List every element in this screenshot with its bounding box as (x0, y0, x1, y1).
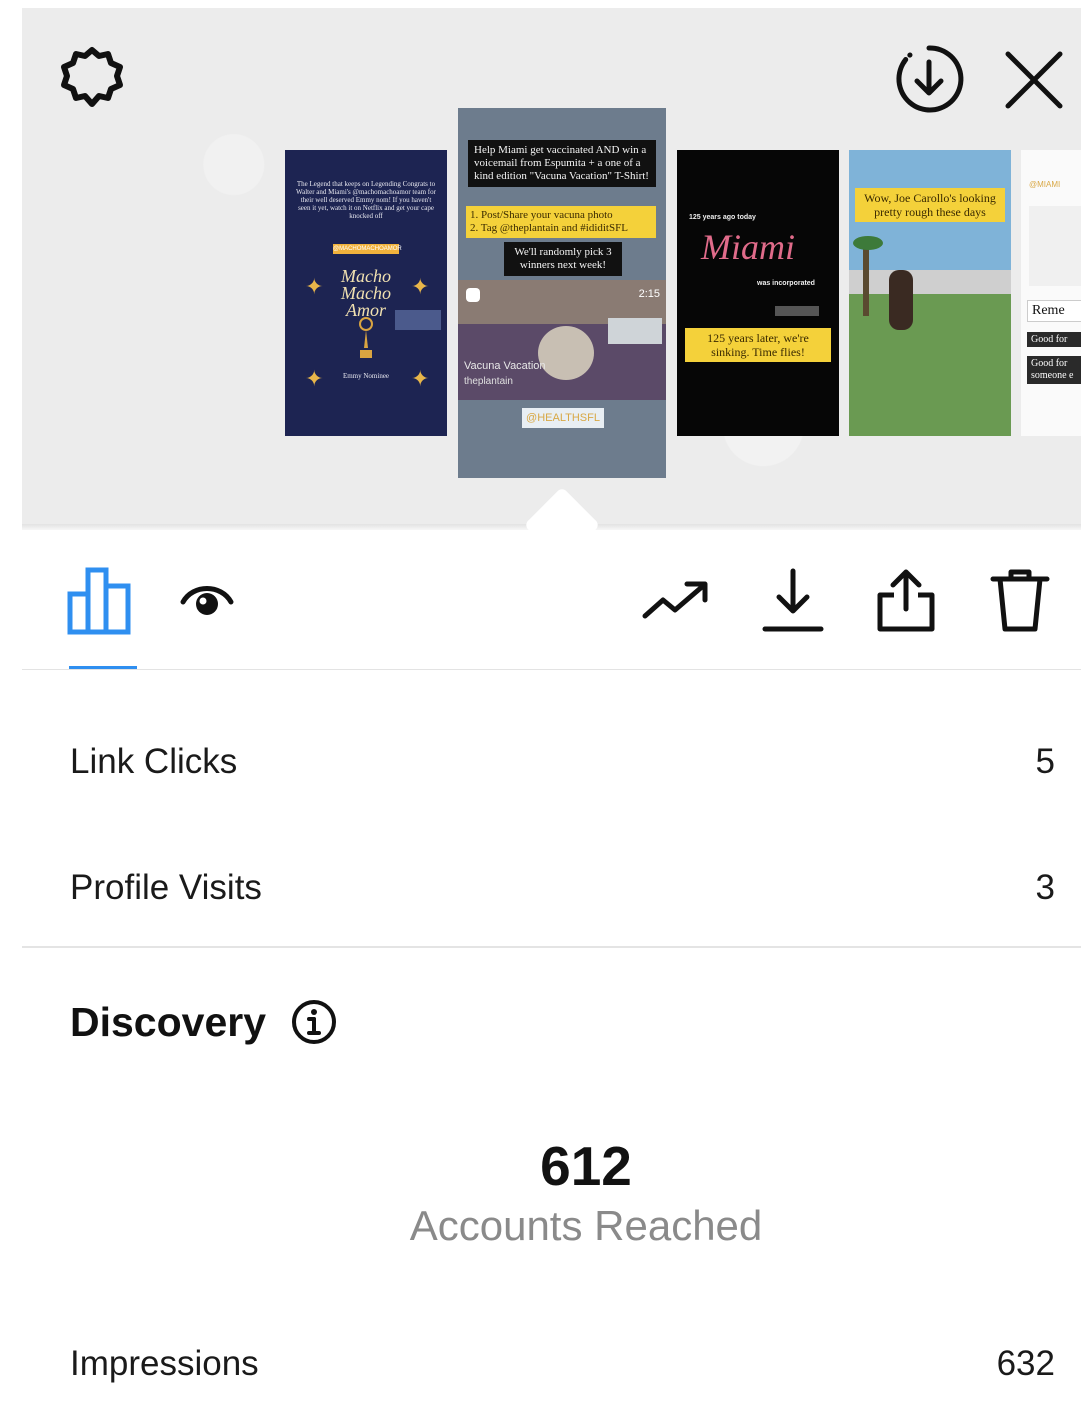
promote-trend-icon[interactable] (638, 568, 714, 632)
story-thumbnail-2-selected[interactable]: Help Miami get vaccinated AND win a voic… (458, 108, 666, 478)
accounts-reached-value: 612 (540, 1135, 632, 1197)
accounts-reached-label: Accounts Reached (409, 1202, 763, 1249)
story-action-bar (22, 560, 1081, 670)
share-icon[interactable] (870, 564, 942, 636)
story-tag: @MIAMI (1029, 180, 1061, 189)
impressions-row: Impressions 632 (70, 1344, 1055, 1384)
video-icon (466, 288, 480, 302)
sparkle-icon: ✦ (305, 366, 324, 391)
story-city: Miami (701, 227, 795, 267)
active-tab-indicator (69, 666, 137, 669)
discovery-title: Discovery (70, 998, 267, 1045)
story-badge (775, 306, 819, 316)
story-tag: @MACHOMACHOAMOR (333, 244, 402, 254)
video-duration: 2:15 (638, 288, 660, 300)
save-download-icon[interactable] (756, 564, 830, 636)
story-caption: 125 years later, we're sinking. Time fli… (685, 328, 831, 362)
sparkle-icon: ✦ (411, 274, 430, 299)
story-line: Reme (1027, 300, 1081, 322)
section-divider (22, 946, 1081, 948)
story-steps: 1. Post/Share your vacuna photo 2. Tag @… (466, 206, 656, 238)
story-thumbnail-3[interactable]: 125 years ago today Miami was incorporat… (677, 150, 839, 436)
impressions-label: Impressions (70, 1344, 259, 1383)
story-headline: Help Miami get vaccinated AND win a voic… (468, 140, 656, 187)
story-thumbnail-1[interactable]: The Legend that keeps on Legending Congr… (285, 150, 447, 436)
story-pre: 125 years ago today (689, 214, 756, 221)
video-author: theplantain (464, 376, 513, 387)
info-icon[interactable] (290, 998, 338, 1046)
sparkle-icon: ✦ (305, 274, 324, 299)
story-badge (395, 310, 441, 330)
discovery-header: Discovery (70, 998, 338, 1046)
story-post: was incorporated (757, 280, 815, 287)
profile-visits-label: Profile Visits (70, 868, 262, 907)
link-clicks-value: 5 (1035, 742, 1055, 781)
person-figure (889, 270, 913, 330)
close-icon[interactable] (1000, 46, 1068, 114)
story-thumbnail-4[interactable]: Wow, Joe Carollo's looking pretty rough … (849, 150, 1011, 436)
story-tag: @HEALTHSFL (522, 408, 604, 428)
profile-visits-row: Profile Visits 3 (70, 868, 1055, 908)
download-circle-icon[interactable] (892, 42, 966, 116)
story-note: We'll randomly pick 3 winners next week! (504, 242, 622, 276)
profile-visits-value: 3 (1035, 868, 1055, 907)
settings-icon[interactable] (58, 44, 126, 112)
impressions-value: 632 (996, 1344, 1055, 1383)
video-character (538, 326, 594, 380)
delete-trash-icon[interactable] (984, 564, 1056, 636)
story-caption: Wow, Joe Carollo's looking pretty rough … (855, 188, 1005, 222)
story-line: Good for someone e (1027, 356, 1081, 384)
story-line: Good for (1027, 332, 1081, 347)
story-thumbnail-5[interactable]: @MIAMI Reme Good for Good for someone e (1021, 150, 1081, 436)
video-preview[interactable]: 2:15 Vacuna Vacation theplantain (458, 280, 666, 400)
emmy-statue-icon (356, 316, 376, 360)
story-text: The Legend that keeps on Legending Congr… (296, 180, 436, 220)
video-title: Vacuna Vacation (464, 360, 546, 372)
story-caption: Emmy Nominee (342, 372, 390, 380)
sparkle-icon: ✦ (411, 366, 430, 391)
link-clicks-label: Link Clicks (70, 742, 238, 781)
link-clicks-row: Link Clicks 5 (70, 742, 1055, 782)
viewers-tab-eye-icon[interactable] (174, 572, 240, 628)
insights-tab-bar-chart-icon[interactable] (66, 560, 138, 640)
